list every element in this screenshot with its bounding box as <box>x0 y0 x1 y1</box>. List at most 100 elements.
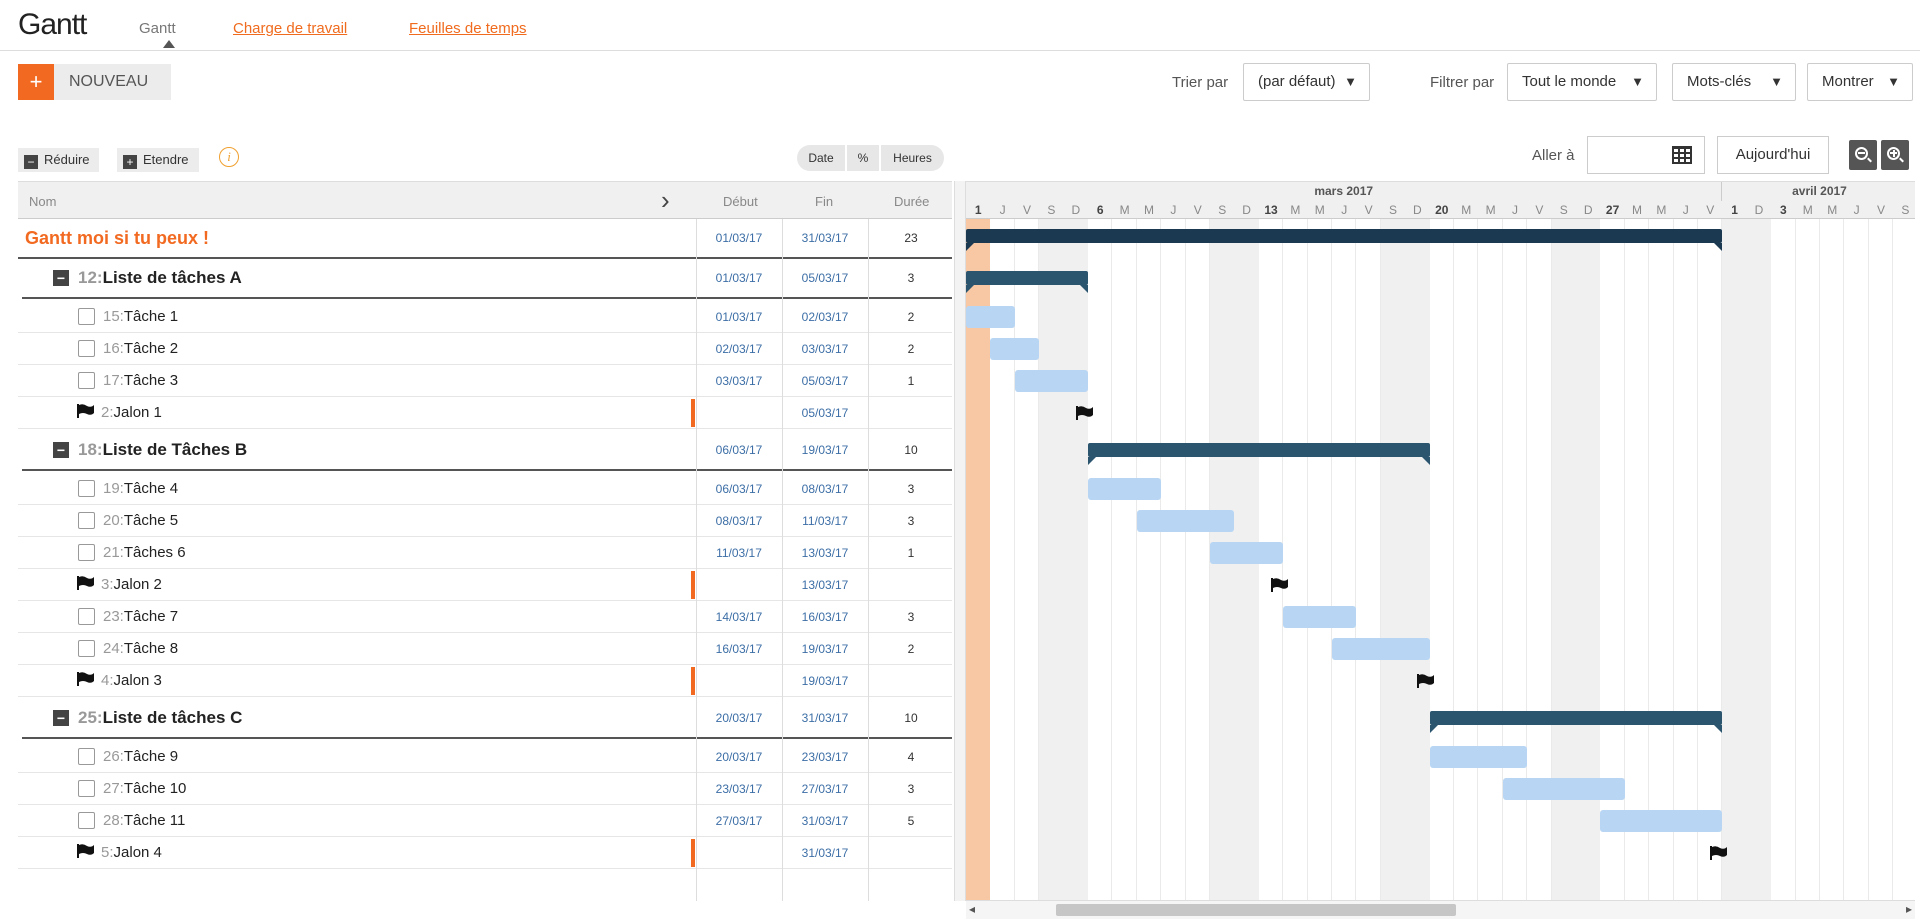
show-select[interactable]: Montrer ▼ <box>1807 63 1913 101</box>
timeline-day-label: S <box>1901 203 1910 217</box>
milestone-row[interactable]: 4: Jalon 3 19/03/17 <box>18 665 952 697</box>
task-row[interactable]: 19: Tâche 4 06/03/17 08/03/17 3 <box>18 473 952 505</box>
task-bar[interactable] <box>1502 778 1625 800</box>
task-bar[interactable] <box>1429 746 1528 768</box>
new-plus-button[interactable]: + <box>18 64 54 100</box>
task-checkbox[interactable] <box>78 544 95 561</box>
milestone-flag-icon[interactable] <box>1417 674 1437 692</box>
milestone-row[interactable]: 2: Jalon 1 05/03/17 <box>18 397 952 429</box>
zoom-in-icon[interactable] <box>1881 140 1909 170</box>
milestone-flag-icon[interactable] <box>1075 406 1096 424</box>
task-bar[interactable] <box>1014 370 1088 392</box>
goto-date-input[interactable] <box>1587 136 1705 174</box>
task-bar[interactable] <box>1283 606 1357 628</box>
column-header-start[interactable]: Début <box>723 194 758 209</box>
timeline-day-label: V <box>1193 203 1202 217</box>
horizontal-scrollbar[interactable]: ◂ ▸ <box>966 901 1915 919</box>
project-summary-bar[interactable] <box>966 229 1723 251</box>
sort-select[interactable]: (par défaut) ▼ <box>1243 63 1370 101</box>
project-row[interactable]: Gantt moi si tu peux ! 01/03/17 31/03/17 23 <box>18 219 952 259</box>
task-row[interactable]: 16: Tâche 2 02/03/17 03/03/17 2 <box>18 333 952 365</box>
task-bar[interactable] <box>1332 638 1430 660</box>
task-row[interactable]: 26: Tâche 9 20/03/17 23/03/17 4 <box>18 741 952 773</box>
task-bar[interactable] <box>1210 542 1284 564</box>
task-checkbox[interactable] <box>78 340 95 357</box>
milestone-flag-icon[interactable] <box>1710 846 1730 864</box>
row-id: 26: <box>103 748 124 765</box>
timeline-day-label: 20 <box>1435 203 1449 217</box>
row-name: −12: Liste de tâches A <box>53 259 242 297</box>
collapse-list-icon[interactable]: − <box>53 710 69 726</box>
column-header-end[interactable]: Fin <box>815 194 833 209</box>
row-start-date: 02/03/17 <box>715 341 763 356</box>
task-checkbox[interactable] <box>78 308 95 325</box>
expand-columns-icon[interactable]: › <box>661 185 670 216</box>
zoom-out-icon[interactable] <box>1849 140 1877 170</box>
task-checkbox[interactable] <box>78 480 95 497</box>
task-checkbox[interactable] <box>78 812 95 829</box>
task-checkbox[interactable] <box>78 512 95 529</box>
timeline-day-label: V <box>1022 203 1031 217</box>
row-name: 28: Tâche 11 <box>78 805 185 836</box>
calendar-icon[interactable] <box>1672 146 1692 164</box>
scroll-right-icon[interactable]: ▸ <box>1906 902 1912 916</box>
collapse-button[interactable]: − Réduire <box>18 148 99 172</box>
milestone-row[interactable]: 3: Jalon 2 13/03/17 <box>18 569 952 601</box>
task-list-row[interactable]: −12: Liste de tâches A 01/03/17 05/03/17 3 <box>22 259 952 299</box>
task-row[interactable]: 17: Tâche 3 03/03/17 05/03/17 1 <box>18 365 952 397</box>
task-bar[interactable] <box>990 338 1040 360</box>
today-button[interactable]: Aujourd'hui <box>1717 136 1829 174</box>
task-row[interactable]: 28: Tâche 11 27/03/17 31/03/17 5 <box>18 805 952 837</box>
column-header-name[interactable]: Nom <box>29 194 56 209</box>
task-list-bar[interactable] <box>1429 711 1723 733</box>
row-duration <box>868 837 954 868</box>
collapse-list-icon[interactable]: − <box>53 442 69 458</box>
expand-button[interactable]: + Etendre <box>117 148 199 172</box>
task-row[interactable]: 23: Tâche 7 14/03/17 16/03/17 3 <box>18 601 952 633</box>
pane-splitter[interactable] <box>954 181 966 901</box>
timeline-day-label: S <box>1559 203 1568 217</box>
new-button[interactable]: NOUVEAU <box>54 64 171 100</box>
task-list-bar[interactable] <box>1088 443 1430 465</box>
milestone-row[interactable]: 5: Jalon 4 31/03/17 <box>18 837 952 869</box>
task-list-row[interactable]: −25: Liste de tâches C 20/03/17 31/03/17 10 <box>22 699 952 739</box>
info-icon[interactable]: i <box>219 147 239 167</box>
mode-date-button[interactable]: Date <box>797 145 845 171</box>
milestone-flag-icon[interactable] <box>1271 578 1291 596</box>
task-list-row[interactable]: −18: Liste de Tâches B 06/03/17 19/03/17 10 <box>22 431 952 471</box>
task-list-bar[interactable] <box>966 271 1088 293</box>
scrollbar-thumb[interactable] <box>1056 904 1456 916</box>
collapse-list-icon[interactable]: − <box>53 270 69 286</box>
task-checkbox[interactable] <box>78 640 95 657</box>
task-bar[interactable] <box>1136 510 1235 532</box>
row-duration: 10 <box>904 443 918 457</box>
mode-percent-button[interactable]: % <box>847 145 879 171</box>
tab-gantt[interactable]: Gantt <box>139 20 176 37</box>
milestone-marker <box>691 667 695 695</box>
task-checkbox[interactable] <box>78 608 95 625</box>
task-bar[interactable] <box>1600 810 1723 832</box>
mode-hours-button[interactable]: Heures <box>881 145 944 171</box>
tab-workload[interactable]: Charge de travail <box>233 20 347 37</box>
task-checkbox[interactable] <box>78 780 95 797</box>
task-row[interactable]: 27: Tâche 10 23/03/17 27/03/17 3 <box>18 773 952 805</box>
task-bar[interactable] <box>1088 478 1162 500</box>
project-end-date: 31/03/17 <box>801 231 849 245</box>
timeline-day-column <box>1186 219 1210 900</box>
task-bar[interactable] <box>966 306 1015 328</box>
task-checkbox[interactable] <box>78 748 95 765</box>
scroll-left-icon[interactable]: ◂ <box>969 902 975 916</box>
timeline-day-label: J <box>1170 203 1177 217</box>
keywords-select[interactable]: Mots-clés ▼ <box>1672 63 1796 101</box>
column-header-duration[interactable]: Durée <box>894 194 929 209</box>
tab-timesheets[interactable]: Feuilles de temps <box>409 20 527 37</box>
task-row[interactable]: 21: Tâches 6 11/03/17 13/03/17 1 <box>18 537 952 569</box>
filter-select[interactable]: Tout le monde ▼ <box>1507 63 1657 101</box>
task-checkbox[interactable] <box>78 372 95 389</box>
task-row[interactable]: 15: Tâche 1 01/03/17 02/03/17 2 <box>18 301 952 333</box>
row-start-date: 01/03/17 <box>715 271 763 285</box>
task-row[interactable]: 20: Tâche 5 08/03/17 11/03/17 3 <box>18 505 952 537</box>
flag-icon <box>77 575 95 594</box>
task-row[interactable]: 24: Tâche 8 16/03/17 19/03/17 2 <box>18 633 952 665</box>
timeline-day-label: S <box>1218 203 1227 217</box>
